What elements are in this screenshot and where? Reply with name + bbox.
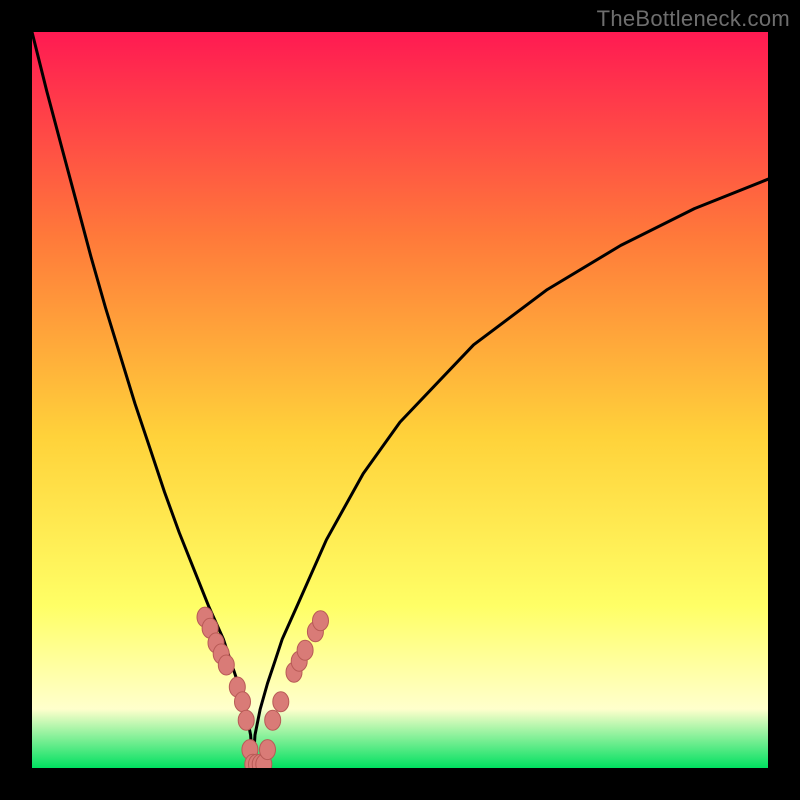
data-marker	[273, 692, 289, 712]
chart-stage: TheBottleneck.com	[0, 0, 800, 800]
gradient-background	[32, 32, 768, 768]
data-marker	[218, 655, 234, 675]
watermark-text: TheBottleneck.com	[597, 6, 790, 32]
bottleneck-chart	[32, 32, 768, 768]
data-marker	[238, 710, 254, 730]
data-marker	[260, 740, 276, 760]
data-marker	[297, 640, 313, 660]
data-marker	[235, 692, 251, 712]
data-marker	[265, 710, 281, 730]
data-marker	[313, 611, 329, 631]
